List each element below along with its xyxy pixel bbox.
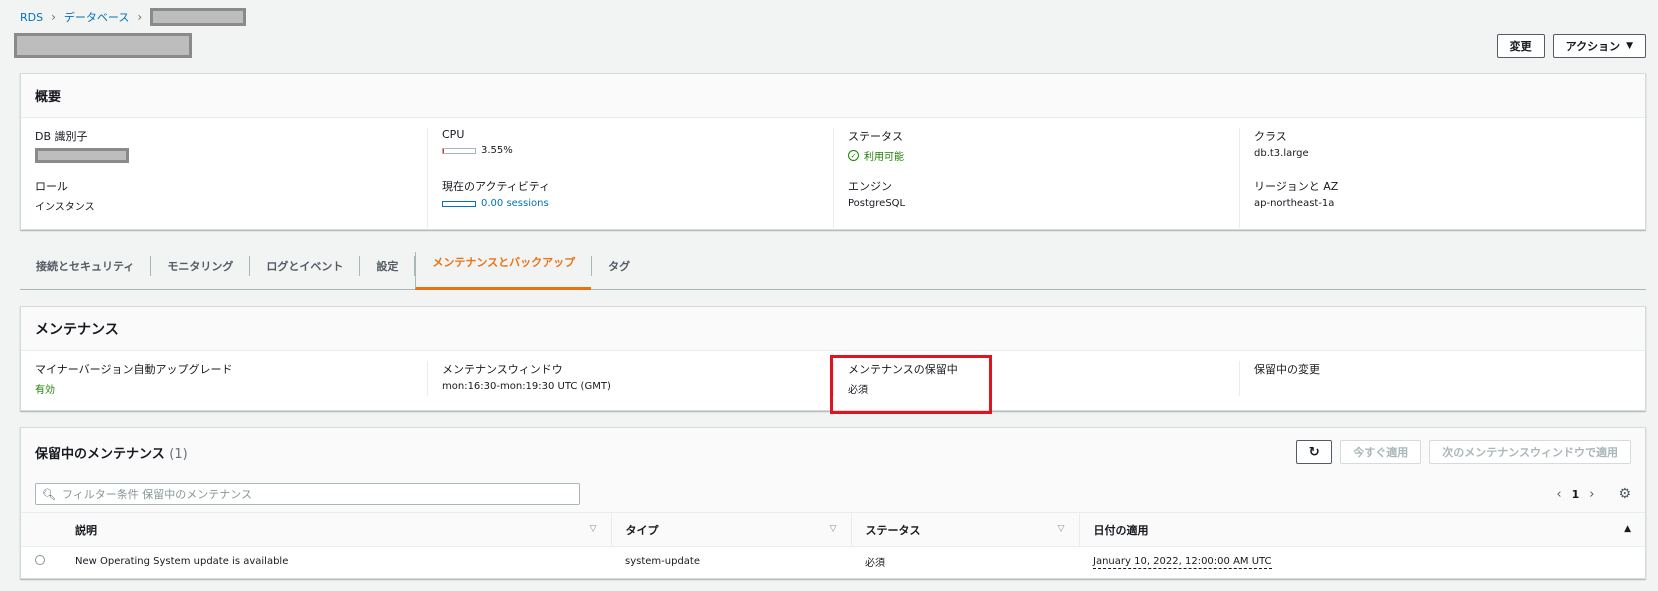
- table-row[interactable]: New Operating System update is available…: [21, 547, 1645, 577]
- class-label: クラス: [1254, 130, 1287, 143]
- detail-tabs: 接続とセキュリティ モニタリング ログとイベント 設定 メンテナンスとバックアッ…: [20, 252, 1646, 290]
- next-page-icon[interactable]: ›: [1589, 487, 1594, 502]
- caret-down-icon: ▼: [1626, 41, 1633, 51]
- maintenance-header: メンテナンス: [21, 307, 1645, 351]
- tab-maintenance-backup[interactable]: メンテナンスとバックアップ: [415, 252, 592, 290]
- maintenance-window-value: mon:16:30-mon:19:30 UTC (GMT): [442, 381, 611, 392]
- row-select-cell: [21, 547, 61, 577]
- apply-now-button[interactable]: 今すぐ適用: [1340, 440, 1422, 464]
- maintenance-window-label: メンテナンスウィンドウ: [442, 363, 563, 376]
- refresh-button[interactable]: ↻: [1296, 440, 1333, 464]
- region-az-value: ap-northeast-1a: [1254, 198, 1335, 209]
- role-label: ロール: [35, 180, 68, 193]
- maintenance-title: メンテナンス: [35, 321, 119, 338]
- tab-monitoring[interactable]: モニタリング: [151, 256, 251, 276]
- column-header-description[interactable]: 説明 ▽: [61, 513, 611, 547]
- cpu-label: CPU: [442, 128, 465, 141]
- gear-icon[interactable]: ⚙: [1618, 486, 1631, 502]
- previous-page-icon[interactable]: ‹: [1556, 487, 1561, 502]
- select-column-header: [21, 513, 61, 547]
- cpu-bar: [442, 147, 476, 154]
- pending-header: 保留中のメンテナンス (1) ↻ 今すぐ適用 次のメンテナンスウィンドウで適用: [21, 428, 1645, 476]
- actions-button-label: アクション: [1565, 40, 1621, 53]
- filter-field[interactable]: 🔍︎: [35, 483, 580, 505]
- sort-down-icon[interactable]: ▽: [590, 524, 597, 534]
- apply-date-value[interactable]: January 10, 2022, 12:00:00 AM UTC: [1093, 556, 1272, 570]
- row-radio[interactable]: [35, 555, 45, 566]
- pending-changes-label: 保留中の変更: [1254, 363, 1320, 376]
- check-circle-icon: ✓: [848, 150, 859, 161]
- sort-down-icon[interactable]: ▽: [830, 524, 837, 534]
- highlight-box: [830, 355, 992, 414]
- pending-maintenance-panel: 保留中のメンテナンス (1) ↻ 今すぐ適用 次のメンテナンスウィンドウで適用 …: [20, 427, 1646, 579]
- status-value: 利用可能: [864, 152, 904, 163]
- summary-title: 概要: [35, 90, 62, 105]
- activity-bar: [442, 200, 476, 207]
- sort-down-icon[interactable]: ▽: [1058, 524, 1065, 534]
- type-cell: system-update: [625, 556, 700, 568]
- db-identifier-label: DB 識別子: [35, 130, 88, 143]
- status-cell: 必須: [865, 558, 885, 570]
- header-actions: 変更 アクション ▼: [1496, 34, 1646, 58]
- engine-label: エンジン: [848, 180, 892, 193]
- column-header-type[interactable]: タイプ ▽: [610, 512, 851, 547]
- auto-minor-upgrade-value: 有効: [35, 385, 55, 396]
- summary-panel: 概要 DB 識別子 ロール インスタンス CPU 3.55% 現在のアクティビテ…: [20, 73, 1646, 230]
- breadcrumb-databases-link[interactable]: データベース: [64, 9, 129, 25]
- modify-button-label: 変更: [1509, 40, 1532, 53]
- apply-now-label: 今すぐ適用: [1353, 446, 1409, 459]
- pending-count: (1): [169, 446, 188, 462]
- type-header-label: タイプ: [625, 523, 659, 537]
- pending-maintenance-table: 説明 ▽ タイプ ▽ ステータス ▽ 日付の適用 ▲ New Operating…: [21, 512, 1645, 577]
- pending-title: 保留中のメンテナンス (1): [35, 443, 188, 462]
- summary-header: 概要: [21, 74, 1645, 118]
- activity-sessions-link[interactable]: 0.00 sessions: [481, 198, 549, 209]
- role-value: インスタンス: [35, 202, 95, 213]
- pagination: ‹ 1 › ⚙: [1556, 486, 1631, 502]
- column-header-status[interactable]: ステータス ▽: [850, 512, 1079, 547]
- engine-value: PostgreSQL: [848, 198, 906, 209]
- search-icon: 🔍︎: [42, 487, 56, 501]
- tab-tags[interactable]: タグ: [591, 256, 646, 276]
- sort-up-icon[interactable]: ▲: [1624, 524, 1631, 534]
- actions-dropdown-button[interactable]: アクション ▼: [1552, 34, 1646, 58]
- refresh-icon: ↻: [1308, 444, 1320, 460]
- breadcrumb-redacted-db-name: [150, 8, 247, 26]
- class-value: db.t3.large: [1254, 148, 1309, 159]
- breadcrumb: RDS › データベース ›: [20, 8, 247, 26]
- status-header-label: ステータス: [865, 523, 921, 537]
- pending-title-text: 保留中のメンテナンス: [35, 446, 165, 462]
- filter-input[interactable]: [61, 487, 573, 501]
- status-label: ステータス: [848, 130, 903, 143]
- apply-next-window-button[interactable]: 次のメンテナンスウィンドウで適用: [1429, 440, 1631, 464]
- apply-date-cell: January 10, 2022, 12:00:00 AM UTC: [1079, 547, 1645, 577]
- cpu-value: 3.55%: [481, 145, 513, 156]
- description-cell: New Operating System update is available: [75, 556, 289, 568]
- region-az-label: リージョンと AZ: [1254, 180, 1339, 193]
- column-header-apply-date[interactable]: 日付の適用 ▲: [1078, 512, 1645, 547]
- page-number[interactable]: 1: [1572, 488, 1580, 501]
- chevron-right-icon: ›: [51, 10, 56, 24]
- current-activity-label: 現在のアクティビティ: [442, 180, 551, 193]
- page-title-redacted: [14, 33, 192, 58]
- apply-next-window-label: 次のメンテナンスウィンドウで適用: [1442, 446, 1618, 459]
- db-identifier-value-redacted: [35, 148, 129, 163]
- description-header-label: 説明: [75, 523, 97, 537]
- breadcrumb-rds-link[interactable]: RDS: [20, 11, 43, 24]
- auto-minor-upgrade-label: マイナーバージョン自動アップグレード: [35, 363, 233, 376]
- tab-logs-events[interactable]: ログとイベント: [250, 256, 361, 276]
- chevron-right-icon: ›: [137, 10, 143, 24]
- apply-date-header-label: 日付の適用: [1093, 523, 1149, 537]
- tab-connectivity-security[interactable]: 接続とセキュリティ: [20, 256, 152, 276]
- modify-button[interactable]: 変更: [1496, 34, 1545, 58]
- tab-configuration[interactable]: 設定: [360, 256, 416, 276]
- cpu-bar-fill: [443, 148, 445, 153]
